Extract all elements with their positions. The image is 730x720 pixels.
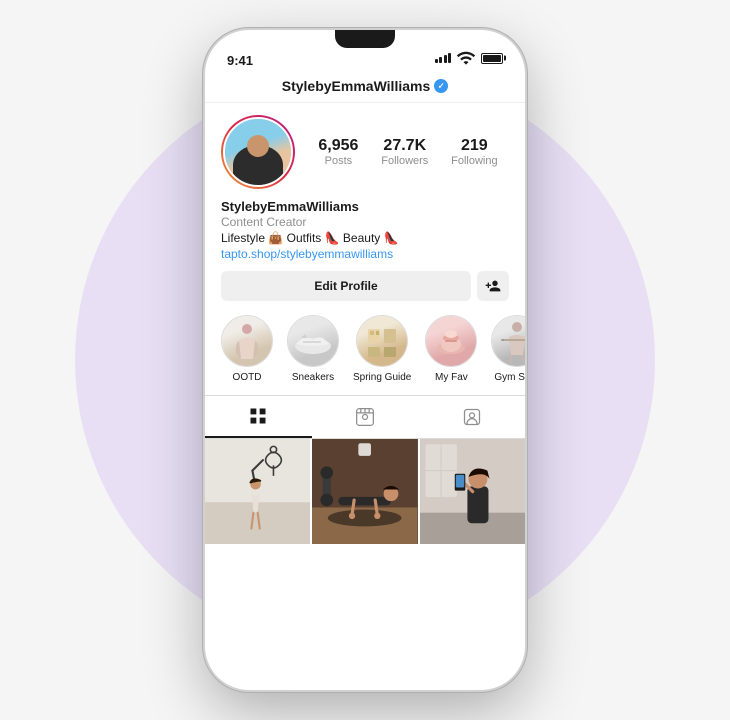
reels-icon [355,407,375,427]
highlight-label-spring: Spring Guide [353,372,411,383]
highlights-section: OOTD Sneakers [205,311,525,395]
tab-grid[interactable] [205,396,312,438]
photo-grid [205,439,525,544]
action-buttons: Edit Profile [205,261,525,311]
grid-icon [248,406,268,426]
gym-illustration [497,319,525,363]
tab-reels[interactable] [312,396,419,438]
highlight-ootd[interactable]: OOTD [221,315,273,383]
edit-profile-button[interactable]: Edit Profile [221,271,471,301]
status-icons [435,48,504,68]
highlight-my-fav[interactable]: My Fav [425,315,477,383]
followers-count: 27.7K [381,137,428,155]
phone-frame: 9:41 StylebyEmmaWilliams [205,30,525,690]
signal-icon [435,53,452,63]
posts-count: 6,956 [318,137,358,155]
highlight-spring-guide[interactable]: Spring Guide [353,315,411,383]
stat-posts[interactable]: 6,956 Posts [318,137,358,167]
highlight-circle-gym [491,315,525,367]
highlight-label-ootd: OOTD [233,372,262,383]
grid-photo-2 [312,439,417,544]
tab-tagged[interactable] [418,396,525,438]
phone-mockup: 9:41 StylebyEmmaWilliams [205,30,525,690]
grid-photo-1 [205,439,310,544]
spring-illustration [362,321,402,361]
battery-icon [481,53,503,64]
status-time: 9:41 [227,53,253,68]
verified-badge-icon [434,79,448,93]
profile-section: 6,956 Posts 27.7K Followers 219 Followin… [205,103,525,189]
following-label: Following [451,155,497,167]
highlight-label-fav: My Fav [435,372,468,383]
stats-container: 6,956 Posts 27.7K Followers 219 Followin… [307,137,509,167]
add-friend-button[interactable] [477,271,509,301]
highlight-circle-spring [356,315,408,367]
notch-inner [335,30,395,48]
wifi-icon [456,48,476,68]
content-tabs [205,395,525,439]
highlight-sneakers[interactable]: Sneakers [287,315,339,383]
avatar-image [225,119,291,185]
ootd-illustration [231,321,263,361]
add-person-icon [485,278,501,294]
highlight-circle-fav [425,315,477,367]
following-count: 219 [451,137,497,155]
posts-label: Posts [318,155,358,167]
ig-header: StylebyEmmaWilliams [205,74,525,103]
sneakers-illustration [293,326,333,356]
photo-grid-section [205,439,525,690]
highlight-label-sneakers: Sneakers [292,372,334,383]
grid-photo-3 [420,439,525,544]
tagged-icon [462,407,482,427]
grid-item-1[interactable] [205,439,310,544]
fav-illustration [431,326,471,356]
bio-description: Lifestyle 👜 Outfits 👠 Beauty 👠 [221,231,509,245]
highlight-gym-style[interactable]: Gym Style [491,315,525,383]
followers-label: Followers [381,155,428,167]
highlight-circle-ootd [221,315,273,367]
stat-following[interactable]: 219 Following [451,137,497,167]
highlight-circle-sneakers [287,315,339,367]
stat-followers[interactable]: 27.7K Followers [381,137,428,167]
avatar [223,117,293,187]
bio-section: StylebyEmmaWilliams Content Creator Life… [205,199,525,261]
bio-title: Content Creator [221,215,509,229]
grid-item-2[interactable] [312,439,417,544]
bio-link[interactable]: tapto.shop/stylebyemmawilliams [221,247,509,261]
profile-username-header: StylebyEmmaWilliams [282,78,431,94]
avatar-container[interactable] [221,115,295,189]
profile-stats-row: 6,956 Posts 27.7K Followers 219 Followin… [221,115,509,189]
phone-notch [305,30,425,58]
screen: StylebyEmmaWilliams 6,956 [205,74,525,690]
bio-name: StylebyEmmaWilliams [221,199,509,214]
highlight-label-gym: Gym Style [494,372,525,383]
grid-item-3[interactable] [420,439,525,544]
